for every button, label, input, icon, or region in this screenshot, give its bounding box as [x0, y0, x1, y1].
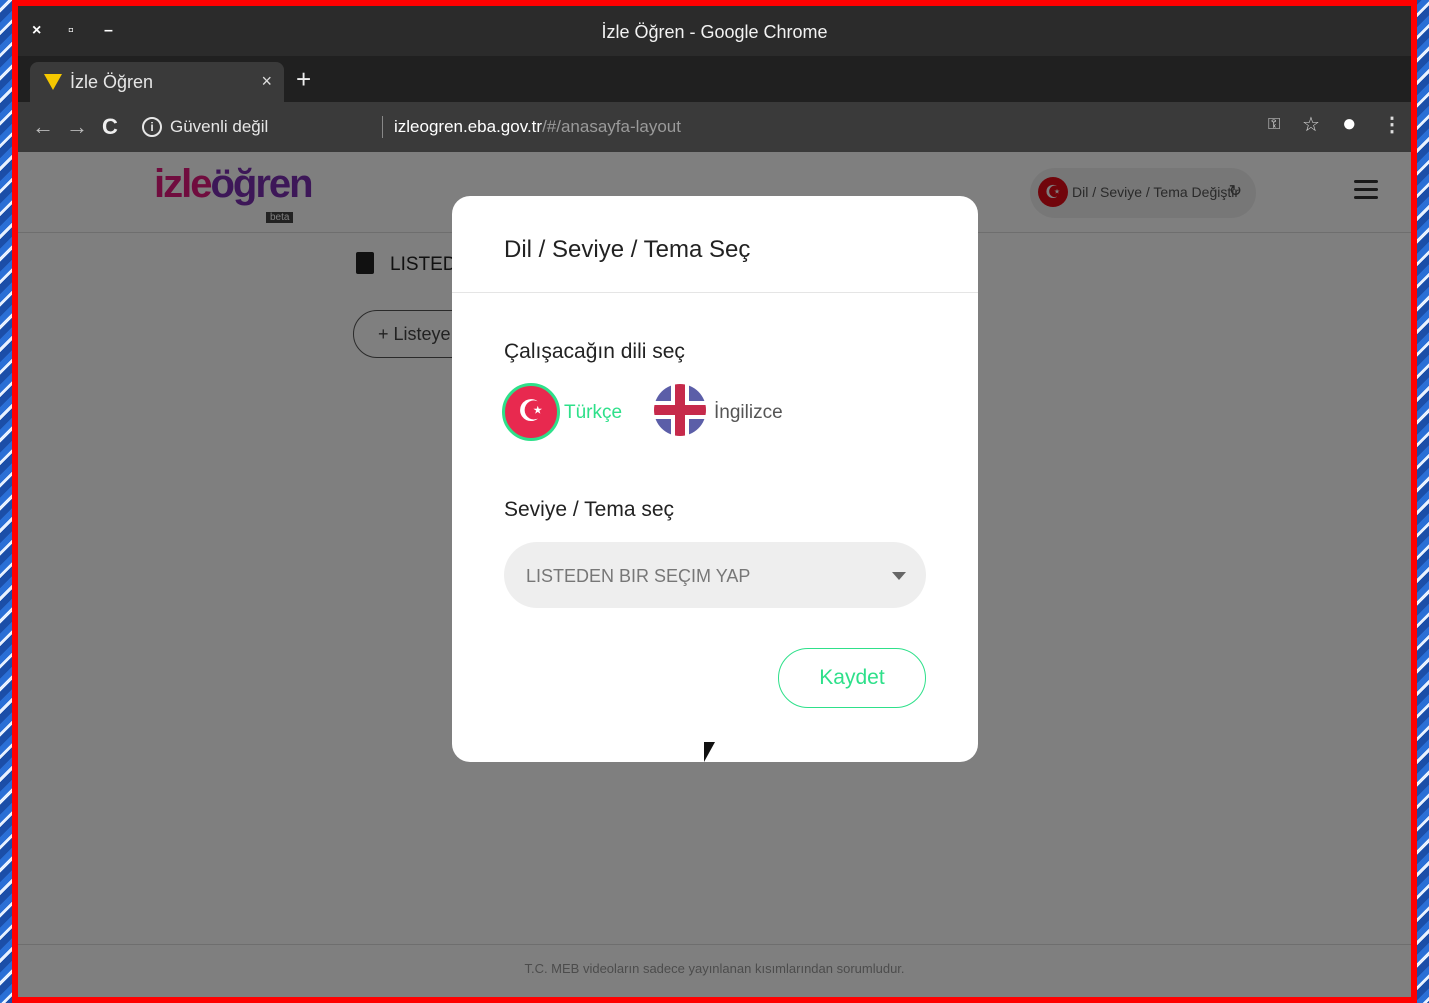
- address-divider: [382, 116, 383, 138]
- turkey-flag-icon: ☪: [502, 383, 560, 441]
- chrome-menu-icon[interactable]: ⋮: [1382, 112, 1402, 137]
- security-status[interactable]: Güvenli değil: [170, 117, 268, 137]
- tab-close-icon[interactable]: ×: [261, 71, 272, 92]
- mouse-cursor-icon: [704, 742, 715, 762]
- url-text[interactable]: izleogren.eba.gov.tr/#/anasayfa-layout: [394, 117, 681, 137]
- tab-strip: İzle Öğren × +: [18, 56, 1411, 102]
- forward-icon[interactable]: →: [66, 114, 88, 140]
- bookmark-star-icon[interactable]: ☆: [1302, 112, 1320, 137]
- back-icon[interactable]: ←: [32, 114, 54, 140]
- favicon-icon: [44, 74, 62, 90]
- info-icon[interactable]: i: [142, 117, 162, 137]
- browser-window: × ▫ – İzle Öğren - Google Chrome İzle Öğ…: [12, 0, 1417, 1003]
- uk-flag-icon: [654, 384, 706, 436]
- language-option-label: Türkçe: [564, 402, 623, 423]
- level-heading: Seviye / Tema seç: [504, 498, 675, 521]
- language-option-english[interactable]: İngilizce: [654, 384, 794, 450]
- language-option-label: İngilizce: [714, 402, 783, 423]
- tab-title: İzle Öğren: [70, 72, 154, 92]
- web-page: izleöğren beta ☪ Dil / Seviye / Tema Değ…: [18, 152, 1411, 997]
- browser-toolbar: ← → C i Güvenli değil izleogren.eba.gov.…: [18, 102, 1411, 152]
- account-icon[interactable]: ●: [1342, 110, 1357, 138]
- dialog-title: Dil / Seviye / Tema Seç: [504, 236, 751, 263]
- address-bar[interactable]: i Güvenli değil izleogren.eba.gov.tr/#/a…: [136, 108, 1261, 146]
- title-bar: × ▫ – İzle Öğren - Google Chrome: [18, 6, 1411, 56]
- save-button[interactable]: Kaydet: [778, 648, 926, 708]
- dialog-header: Dil / Seviye / Tema Seç: [452, 196, 978, 293]
- chevron-down-icon: [892, 572, 906, 580]
- key-icon[interactable]: ⚿: [1268, 116, 1280, 134]
- language-option-turkish[interactable]: ☪ Türkçe: [502, 383, 624, 450]
- level-theme-select[interactable]: LISTEDEN BIR SEÇIM YAP: [504, 542, 926, 608]
- new-tab-button[interactable]: +: [296, 64, 311, 95]
- reload-icon[interactable]: C: [102, 114, 118, 140]
- select-placeholder: LISTEDEN BIR SEÇIM YAP: [526, 566, 751, 586]
- language-heading: Çalışacağın dili seç: [504, 340, 685, 363]
- tab-izle-ogren[interactable]: İzle Öğren ×: [30, 62, 284, 102]
- language-level-dialog: Dil / Seviye / Tema Seç Çalışacağın dili…: [452, 196, 978, 762]
- window-title: İzle Öğren - Google Chrome: [601, 22, 828, 42]
